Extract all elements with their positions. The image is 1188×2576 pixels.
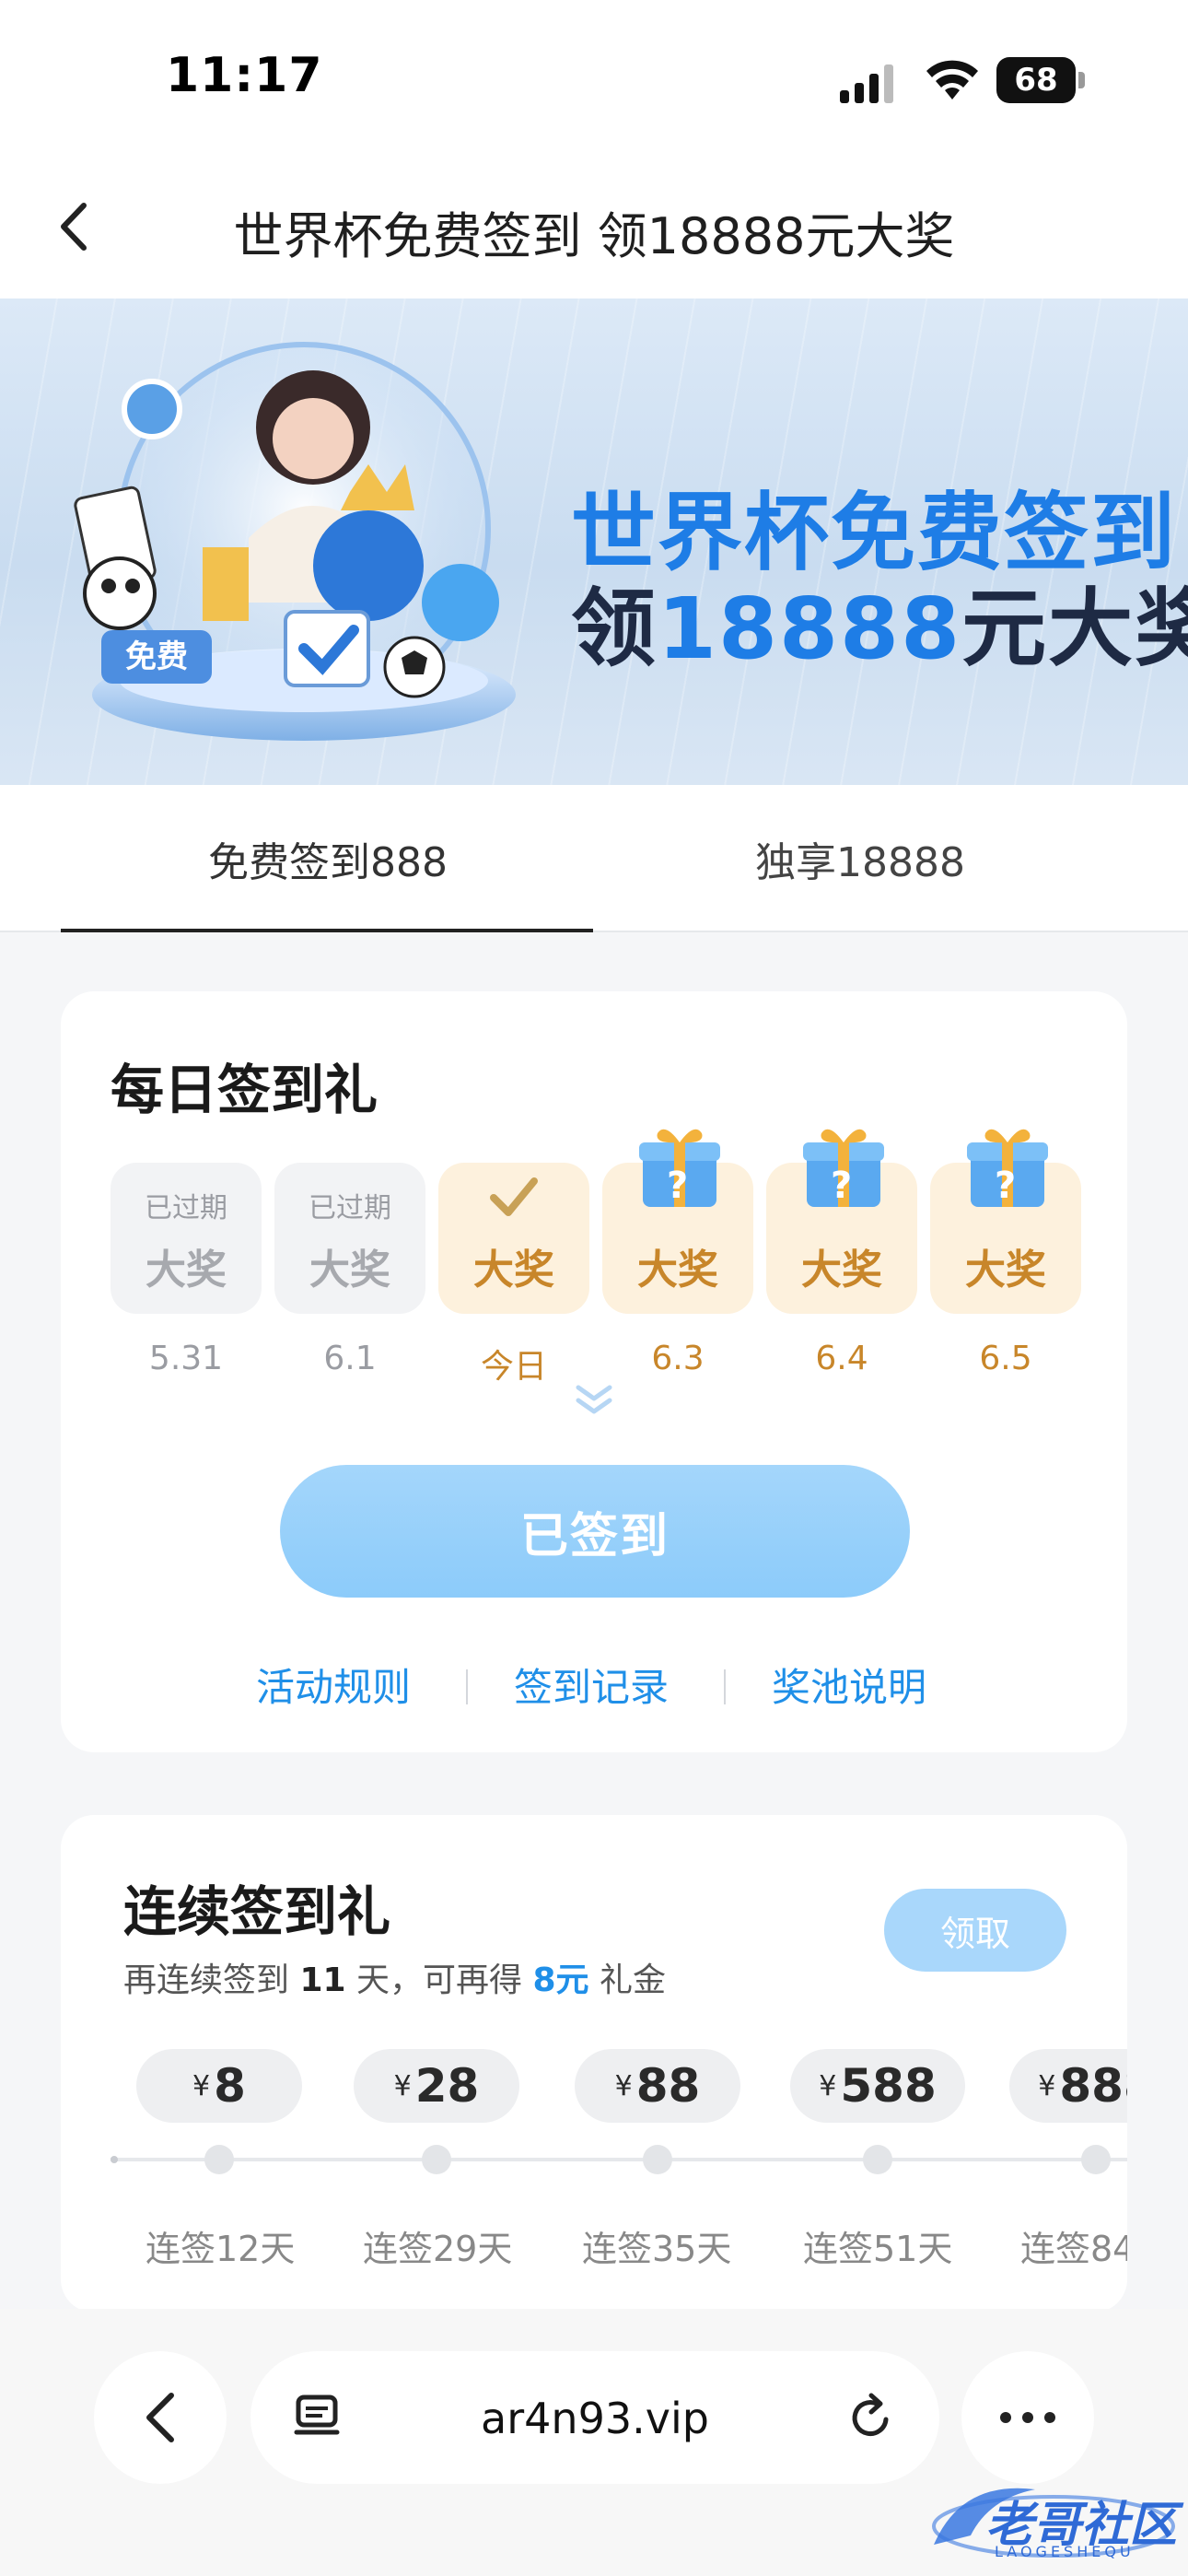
milestone-dot	[422, 2145, 451, 2174]
mystery-gift-icon: ?	[967, 1129, 1048, 1207]
day-tile-today[interactable]: 大奖	[438, 1163, 589, 1314]
svg-text:?: ?	[831, 1165, 852, 1207]
reload-icon[interactable]	[844, 2390, 899, 2445]
cellular-signal-icon	[840, 64, 893, 103]
url-text: ar4n93.vip	[481, 2394, 709, 2443]
streak-progress-text: 再连续签到 11 天，可再得 8元 礼金	[123, 1961, 666, 1999]
daily-checkin-card: 每日签到礼 已过期 大奖 已过期 大奖 大奖 ? 大奖 ? 大奖 ? 大奖 5.…	[61, 991, 1127, 1752]
day-date: 6.3	[651, 1340, 705, 1377]
chevron-left-icon	[146, 2393, 174, 2442]
more-options-button[interactable]	[961, 2351, 1094, 2484]
double-chevron-down-icon[interactable]	[573, 1382, 615, 1419]
watermark-subtext: LAOGESHEQU	[995, 2543, 1135, 2560]
tab-exclusive[interactable]: 独享18888	[593, 785, 1127, 932]
checkmark-icon	[490, 1177, 538, 1216]
milestone-label: 连签35天	[582, 2229, 732, 2269]
banner-subheadline: 领18888元大奖	[571, 580, 1188, 678]
page-title: 世界杯免费签到 领18888元大奖	[233, 207, 955, 265]
svg-text:?: ?	[995, 1165, 1016, 1207]
tile-prize: 大奖	[309, 1247, 390, 1294]
link-divider	[466, 1669, 468, 1704]
browser-toolbar: ar4n93.vip 老哥社区 LAOGESHEQU	[0, 2309, 1188, 2576]
mystery-gift-icon: ?	[803, 1129, 884, 1207]
info-links: 活动规则 签到记录 奖池说明	[61, 1657, 1127, 1712]
tile-prize: 大奖	[146, 1247, 227, 1294]
progress-track	[111, 2158, 1127, 2161]
reward-amount: ¥88	[575, 2049, 740, 2123]
activity-rules-link[interactable]: 活动规则	[256, 1657, 411, 1713]
battery-level: 68	[996, 57, 1076, 103]
day-tile-future[interactable]: ? 大奖	[766, 1129, 917, 1314]
reward-amount: ¥8	[136, 2049, 302, 2123]
milestone-dot	[204, 2145, 234, 2174]
milestone-dot	[1081, 2145, 1111, 2174]
address-bar[interactable]: ar4n93.vip	[250, 2351, 939, 2484]
milestone-label: 连签29天	[363, 2229, 513, 2269]
banner-illustration: 免费	[74, 342, 516, 741]
milestone-dot	[643, 2145, 672, 2174]
milestone-dot	[863, 2145, 892, 2174]
milestone-label: 连签51天	[803, 2229, 953, 2269]
mystery-gift-icon: ?	[639, 1129, 720, 1207]
day-tile-future[interactable]: ? 大奖	[930, 1129, 1081, 1314]
nav-bar: 世界杯免费签到 领18888元大奖	[0, 157, 1188, 299]
day-tile-expired: 已过期 大奖	[111, 1163, 262, 1314]
reward-amount: ¥28	[354, 2049, 519, 2123]
battery-icon: 68	[996, 57, 1085, 103]
daily-checkin-title: 每日签到礼	[111, 1059, 379, 1121]
day-date: 6.5	[979, 1340, 1032, 1377]
tile-prize: 大奖	[801, 1247, 882, 1294]
tile-status: 已过期	[145, 1192, 227, 1224]
link-divider	[724, 1669, 726, 1704]
prize-pool-info-link[interactable]: 奖池说明	[772, 1657, 926, 1713]
tile-prize: 大奖	[965, 1247, 1046, 1294]
progress-start-dot	[111, 2156, 118, 2163]
tile-status: 已过期	[309, 1192, 391, 1224]
checkin-records-link[interactable]: 签到记录	[514, 1657, 669, 1713]
claim-button[interactable]: 领取	[884, 1889, 1066, 1972]
promo-banner[interactable]: 免费 世界杯免费签到 领18888元大奖	[0, 299, 1188, 785]
ellipsis-icon	[1000, 2412, 1055, 2423]
day-date: 6.1	[323, 1340, 377, 1377]
milestone-label: 连签84天	[1020, 2229, 1127, 2269]
browser-back-button[interactable]	[94, 2351, 227, 2484]
status-bar: 11:17 68	[0, 0, 1188, 157]
signed-in-button[interactable]: 已签到	[280, 1465, 910, 1598]
day-tile-expired: 已过期 大奖	[274, 1163, 425, 1314]
streak-reward-card: 连续签到礼 再连续签到 11 天，可再得 8元 礼金 领取 ¥8 ¥28 ¥88…	[61, 1815, 1127, 2313]
reward-amount: ¥888	[1009, 2049, 1127, 2123]
day-date: 5.31	[148, 1340, 224, 1377]
wifi-icon	[926, 60, 978, 100]
day-tile-future[interactable]: ? 大奖	[602, 1129, 753, 1314]
day-date: 今日	[480, 1348, 547, 1386]
streak-reward-title: 连续签到礼	[123, 1880, 391, 1943]
tab-bar: 免费签到888 独享18888	[0, 785, 1188, 932]
day-date: 6.4	[815, 1340, 868, 1377]
active-tab-indicator	[61, 929, 593, 932]
tile-prize: 大奖	[637, 1247, 718, 1294]
banner-art-label: 免费	[125, 638, 188, 675]
reward-amount: ¥588	[790, 2049, 965, 2123]
milestone-label: 连签12天	[146, 2229, 296, 2269]
status-time: 11:17	[166, 48, 323, 103]
tile-prize: 大奖	[473, 1247, 554, 1294]
tab-free-checkin[interactable]: 免费签到888	[61, 785, 595, 932]
svg-text:?: ?	[667, 1165, 688, 1207]
